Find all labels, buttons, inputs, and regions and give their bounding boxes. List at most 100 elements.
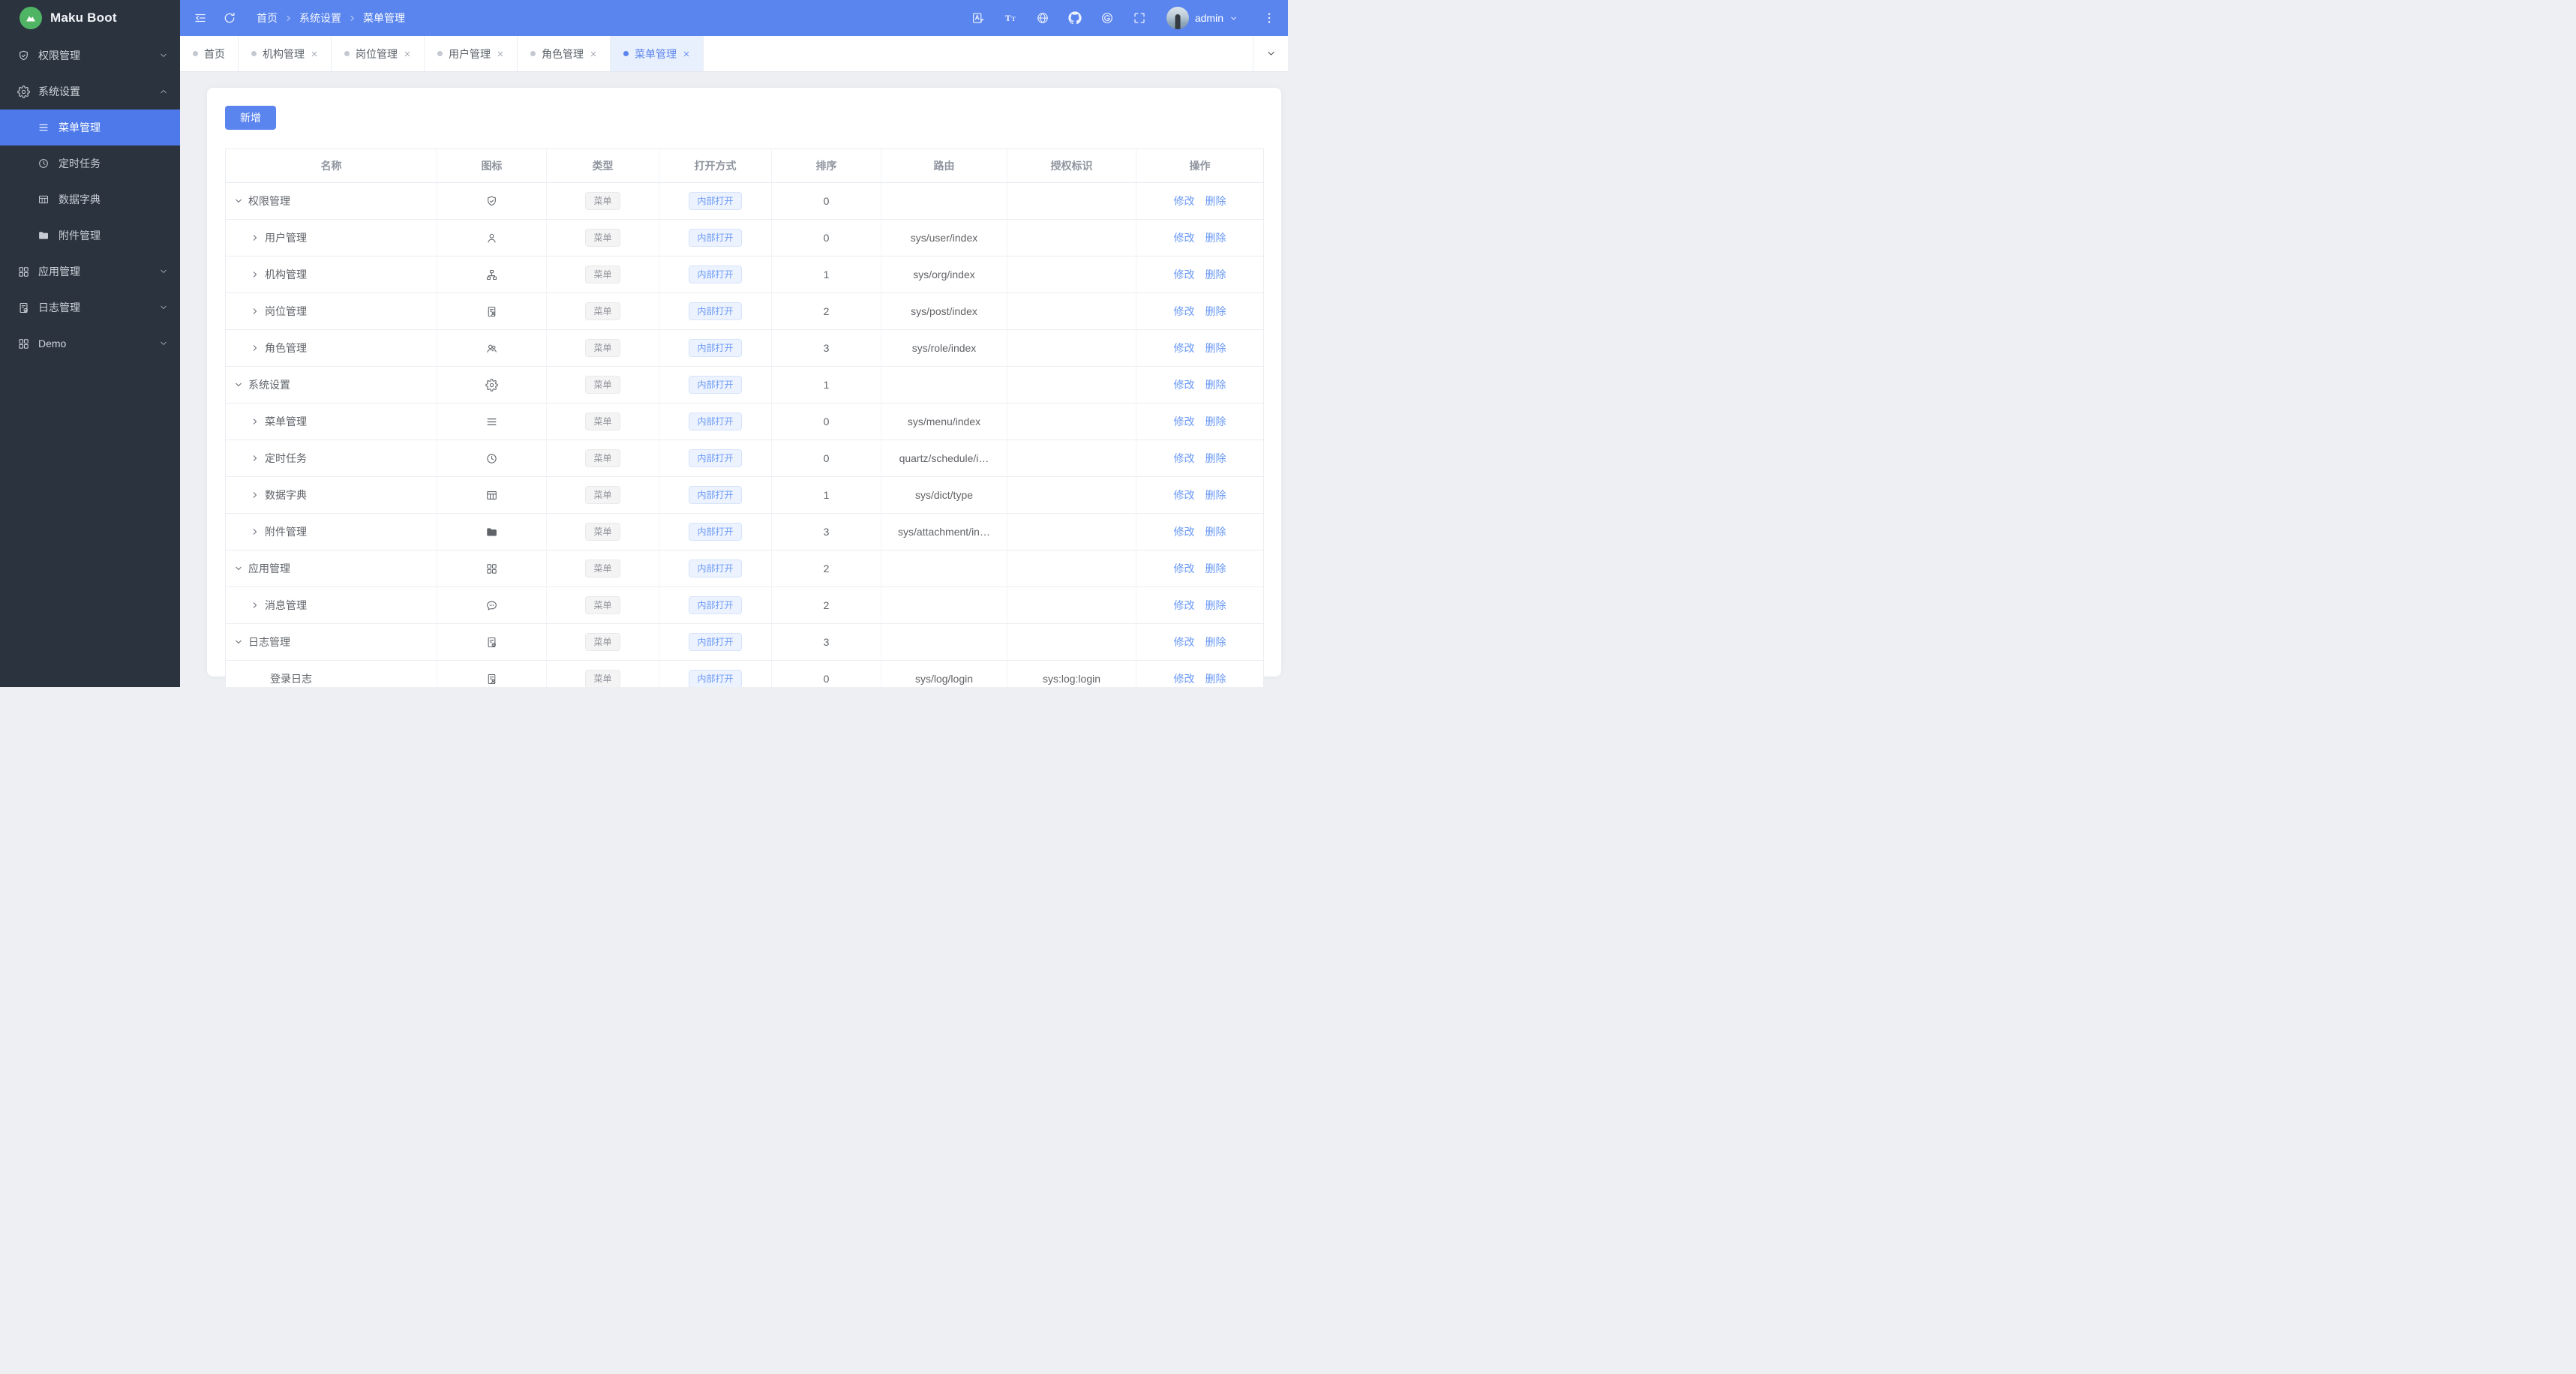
fullscreen-icon[interactable] xyxy=(1133,11,1146,25)
edit-link[interactable]: 修改 xyxy=(1174,416,1195,428)
tree-toggle-collapsed-icon[interactable] xyxy=(251,344,260,352)
delete-link[interactable]: 删除 xyxy=(1205,599,1226,611)
sidebar-item-label: 菜单管理 xyxy=(59,122,101,134)
actions-cell: 修改 删除 xyxy=(1136,550,1264,587)
edit-link[interactable]: 修改 xyxy=(1174,305,1195,317)
tree-toggle-expanded-icon[interactable] xyxy=(234,638,243,646)
delete-link[interactable]: 删除 xyxy=(1205,416,1226,428)
name-cell: 系统设置 xyxy=(225,366,437,404)
sidebar-item-menu[interactable]: 菜单管理 xyxy=(0,110,180,146)
icon-cell xyxy=(437,513,547,550)
tab-close-icon[interactable] xyxy=(683,50,690,58)
sidebar-item-app[interactable]: 应用管理 xyxy=(0,254,180,290)
tree-toggle-collapsed-icon[interactable] xyxy=(251,307,260,316)
type-cell: 菜单 xyxy=(546,329,659,367)
sort-cell: 0 xyxy=(771,660,881,687)
sidebar-item-permission[interactable]: 权限管理 xyxy=(0,38,180,74)
delete-link[interactable]: 删除 xyxy=(1205,636,1226,648)
delete-link[interactable]: 删除 xyxy=(1205,305,1226,317)
route-value: sys/dict/type xyxy=(914,489,974,501)
github-icon[interactable] xyxy=(1068,11,1082,25)
edit-link[interactable]: 修改 xyxy=(1174,599,1195,611)
tab-close-icon[interactable] xyxy=(590,50,597,58)
edit-link[interactable]: 修改 xyxy=(1174,562,1195,574)
delete-link[interactable]: 删除 xyxy=(1205,562,1226,574)
delete-link[interactable]: 删除 xyxy=(1205,489,1226,501)
open-mode-cell: 内部打开 xyxy=(659,440,772,477)
translate-icon[interactable] xyxy=(971,11,985,25)
tree-toggle-collapsed-icon[interactable] xyxy=(251,417,260,426)
route-cell: sys/menu/index xyxy=(881,403,1007,440)
tab[interactable]: 菜单管理 xyxy=(611,36,704,71)
gitee-icon[interactable] xyxy=(1100,11,1114,25)
edit-link[interactable]: 修改 xyxy=(1174,452,1195,464)
tree-toggle-collapsed-icon[interactable] xyxy=(251,601,260,610)
delete-link[interactable]: 删除 xyxy=(1205,268,1226,280)
delete-link[interactable]: 删除 xyxy=(1205,526,1226,538)
tree-toggle-expanded-icon[interactable] xyxy=(234,380,243,389)
delete-link[interactable]: 删除 xyxy=(1205,673,1226,685)
tab-close-icon[interactable] xyxy=(311,50,318,58)
tab-close-icon[interactable] xyxy=(404,50,411,58)
chevron-down-icon xyxy=(1266,49,1276,58)
menu-collapse-icon[interactable] xyxy=(194,11,207,25)
avatar[interactable] xyxy=(1166,7,1189,29)
table-row: 数据字典 菜单 内部打开 1 sys/dict/type 修改 删除 xyxy=(225,476,1264,514)
breadcrumb-item[interactable]: 系统设置 xyxy=(299,10,341,26)
route-value: sys/log/login xyxy=(914,673,974,685)
add-button[interactable]: 新增 xyxy=(225,106,276,130)
tab[interactable]: 用户管理 xyxy=(425,36,518,71)
delete-link[interactable]: 删除 xyxy=(1205,342,1226,354)
edit-link[interactable]: 修改 xyxy=(1174,526,1195,538)
edit-link[interactable]: 修改 xyxy=(1174,195,1195,207)
edit-link[interactable]: 修改 xyxy=(1174,268,1195,280)
sidebar-item-dict[interactable]: 数据字典 xyxy=(0,182,180,218)
tree-toggle-expanded-icon[interactable] xyxy=(234,564,243,573)
edit-link[interactable]: 修改 xyxy=(1174,489,1195,501)
edit-link[interactable]: 修改 xyxy=(1174,636,1195,648)
edit-link[interactable]: 修改 xyxy=(1174,342,1195,354)
tree-toggle-collapsed-icon[interactable] xyxy=(251,270,260,279)
menu-name: 日志管理 xyxy=(248,636,290,648)
font-size-icon[interactable]: TT xyxy=(1004,11,1017,25)
table-grid-icon xyxy=(38,194,50,206)
tree-toggle-collapsed-icon[interactable] xyxy=(251,454,260,463)
sidebar-item-schedule[interactable]: 定时任务 xyxy=(0,146,180,182)
open-mode-tag: 内部打开 xyxy=(689,339,742,357)
delete-link[interactable]: 删除 xyxy=(1205,195,1226,207)
users-icon xyxy=(485,342,498,355)
breadcrumb-item[interactable]: 首页 xyxy=(257,10,278,26)
tree-toggle-expanded-icon[interactable] xyxy=(234,196,243,206)
more-dots-icon[interactable] xyxy=(1262,11,1276,25)
icon-cell xyxy=(437,476,547,514)
tab[interactable]: 首页 xyxy=(180,36,239,71)
tree-toggle-collapsed-icon[interactable] xyxy=(251,233,260,242)
delete-link[interactable]: 删除 xyxy=(1205,452,1226,464)
tab[interactable]: 机构管理 xyxy=(239,36,332,71)
tab[interactable]: 岗位管理 xyxy=(332,36,425,71)
user-menu[interactable]: admin xyxy=(1166,7,1238,29)
tab-close-icon[interactable] xyxy=(497,50,504,58)
sidebar-item-label: 定时任务 xyxy=(59,158,101,170)
name-cell: 菜单管理 xyxy=(225,403,437,440)
sidebar-item-log[interactable]: 日志管理 xyxy=(0,290,180,326)
edit-link[interactable]: 修改 xyxy=(1174,232,1195,244)
tree-toggle-collapsed-icon[interactable] xyxy=(251,527,260,536)
tree-toggle-collapsed-icon[interactable] xyxy=(251,490,260,500)
sidebar-item-system[interactable]: 系统设置 xyxy=(0,74,180,110)
sort-cell: 1 xyxy=(771,256,881,293)
edit-link[interactable]: 修改 xyxy=(1174,673,1195,685)
sidebar-item-attachment[interactable]: 附件管理 xyxy=(0,218,180,254)
globe-icon[interactable] xyxy=(1036,11,1049,25)
open-mode-tag: 内部打开 xyxy=(689,633,742,651)
tabs-overflow-button[interactable] xyxy=(1253,36,1288,71)
open-mode-cell: 内部打开 xyxy=(659,586,772,624)
edit-link[interactable]: 修改 xyxy=(1174,379,1195,391)
delete-link[interactable]: 删除 xyxy=(1205,232,1226,244)
menu-lines-icon xyxy=(485,416,498,428)
refresh-icon[interactable] xyxy=(223,11,236,25)
tab[interactable]: 角色管理 xyxy=(518,36,611,71)
delete-link[interactable]: 删除 xyxy=(1205,379,1226,391)
grid-icon xyxy=(485,562,498,575)
sidebar-item-demo[interactable]: Demo xyxy=(0,326,180,362)
